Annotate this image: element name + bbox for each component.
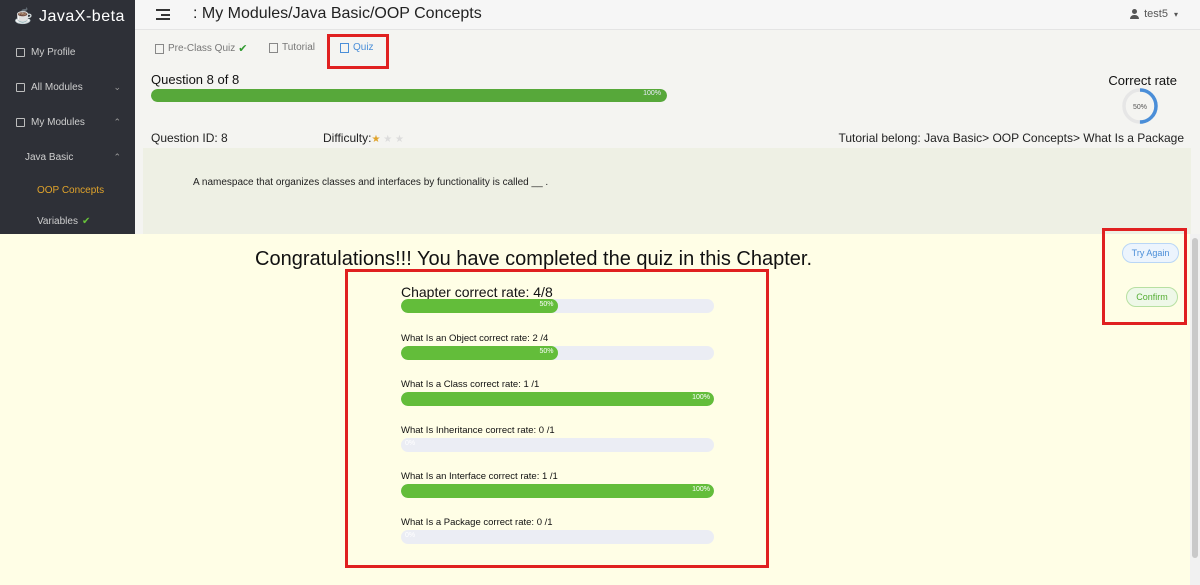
- rate-row-label: What Is an Interface correct rate: 1 /1: [401, 471, 558, 482]
- correct-rate-ring: 50%: [1120, 86, 1160, 126]
- tutorial-belong: Tutorial belong: Java Basic> OOP Concept…: [838, 131, 1184, 145]
- rate-row-bar: 50%: [401, 346, 714, 360]
- document-icon: [155, 43, 164, 54]
- sidebar-item-oop-concepts[interactable]: OOP Concepts: [0, 175, 135, 205]
- quiz-progress-text: 100%: [643, 90, 661, 97]
- check-icon: ✔: [81, 215, 91, 227]
- rate-row-label: What Is Inheritance correct rate: 0 /1: [401, 425, 555, 436]
- tab-label: Tutorial: [282, 42, 315, 53]
- correct-rate-text: 50%: [1133, 104, 1147, 111]
- username: test5: [1144, 8, 1168, 20]
- sidebar: ☕ JavaX-beta My Profile All Modules ⌄ My…: [0, 0, 135, 234]
- congrats-message: Congratulations!!! You have completed th…: [255, 248, 813, 270]
- highlight-box: [327, 34, 389, 69]
- rate-row-fill: 100%: [401, 392, 714, 406]
- sidebar-item-label: OOP Concepts: [37, 184, 105, 196]
- try-again-button[interactable]: Try Again: [1122, 243, 1179, 263]
- quiz-progress-bar: 100%: [151, 89, 667, 102]
- question-text: A namespace that organizes classes and i…: [193, 177, 549, 188]
- top-bar: : My Modules/Java Basic/OOP Concepts tes…: [135, 0, 1200, 30]
- difficulty-stars: ★ ★ ★: [371, 134, 403, 145]
- rate-row-fill: 50%: [401, 346, 558, 360]
- scrollbar-thumb[interactable]: [1192, 238, 1198, 558]
- java-logo-icon: ☕: [14, 8, 34, 25]
- chevron-down-icon: ⌄: [113, 82, 121, 92]
- quiz-main: Pre-Class Quiz ✔ Tutorial Quiz Question …: [135, 30, 1200, 234]
- question-counter: Question 8 of 8: [151, 72, 240, 87]
- book-icon: [269, 42, 278, 53]
- sidebar-item-my-profile[interactable]: My Profile: [0, 35, 135, 69]
- chapter-rate-label: Chapter correct rate: 4/8: [401, 284, 553, 300]
- chapter-rate-fill: 50%: [401, 299, 558, 313]
- rate-row-label: What Is a Class correct rate: 1 /1: [401, 379, 540, 390]
- rate-row-text: 50%: [539, 348, 554, 355]
- question-id: Question ID: 8: [151, 131, 228, 145]
- my-modules-icon: [16, 117, 25, 127]
- chapter-rate-bar: 50%: [401, 299, 714, 313]
- user-menu[interactable]: test5 ▾: [1130, 8, 1178, 20]
- app-brand[interactable]: ☕ JavaX-beta: [0, 0, 135, 34]
- rate-row-label: What Is a Package correct rate: 0 /1: [401, 517, 553, 528]
- tab-pre-class-quiz[interactable]: Pre-Class Quiz ✔: [155, 42, 247, 55]
- sidebar-item-my-modules[interactable]: My Modules ⌃: [0, 105, 135, 139]
- rate-row-bar: 0%: [401, 438, 714, 452]
- difficulty: Difficulty:★ ★ ★: [323, 131, 404, 145]
- result-dialog: Congratulations!!! You have completed th…: [0, 228, 1200, 585]
- sidebar-item-label: My Modules: [31, 116, 85, 128]
- menu-toggle-icon[interactable]: [156, 9, 170, 20]
- chevron-up-icon: ⌃: [113, 152, 121, 162]
- confirm-button[interactable]: Confirm: [1126, 287, 1178, 307]
- rate-row-bar: 0%: [401, 530, 714, 544]
- app-title: JavaX-beta: [39, 8, 125, 25]
- difficulty-label: Difficulty:: [323, 131, 372, 145]
- rate-row-bar: 100%: [401, 392, 714, 406]
- rate-row-text: 0%: [405, 532, 416, 539]
- profile-icon: [16, 47, 25, 57]
- star-icon: ★: [383, 134, 393, 145]
- sidebar-item-label: My Profile: [31, 46, 76, 58]
- rate-row-text: 100%: [692, 394, 710, 401]
- modules-icon: [16, 82, 25, 92]
- tab-tutorial[interactable]: Tutorial: [269, 42, 315, 53]
- sidebar-item-label: Java Basic: [25, 151, 74, 163]
- rate-row-bar: 100%: [401, 484, 714, 498]
- quiz-progress-fill: 100%: [151, 89, 667, 102]
- star-icon: ★: [371, 134, 381, 145]
- tab-label: Pre-Class Quiz: [168, 43, 236, 54]
- rate-row-label: What Is an Object correct rate: 2 /4: [401, 333, 549, 344]
- breadcrumb: : My Modules/Java Basic/OOP Concepts: [193, 5, 482, 22]
- chevron-up-icon: ⌃: [113, 117, 121, 127]
- rate-row-text: 0%: [405, 440, 416, 447]
- rate-row-fill: 100%: [401, 484, 714, 498]
- rate-row-text: 100%: [692, 486, 710, 493]
- action-buttons-box: Try Again Confirm: [1102, 228, 1187, 325]
- caret-down-icon: ▾: [1173, 9, 1178, 19]
- sidebar-item-variables[interactable]: Variables ✔: [0, 206, 135, 234]
- chapter-rate-text: 50%: [539, 301, 554, 308]
- sidebar-item-label: Variables: [37, 215, 78, 227]
- check-icon: ✔: [238, 43, 248, 55]
- rates-panel: Chapter correct rate: 4/8 50% What Is an…: [345, 269, 769, 568]
- sidebar-item-java-basic[interactable]: Java Basic ⌃: [0, 140, 135, 174]
- scrollbar[interactable]: [1190, 234, 1200, 585]
- sidebar-item-label: All Modules: [31, 81, 83, 93]
- sidebar-item-all-modules[interactable]: All Modules ⌄: [0, 70, 135, 104]
- star-icon: ★: [394, 134, 404, 145]
- question-box: [143, 148, 1191, 234]
- user-icon: [1130, 9, 1140, 19]
